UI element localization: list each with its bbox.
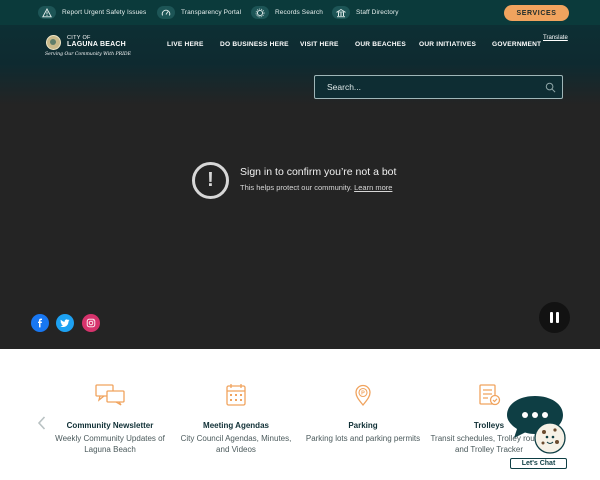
quick-link-description: Weekly Community Updates of Laguna Beach [55, 434, 165, 454]
instagram-icon [86, 318, 96, 328]
gear-search-icon [251, 6, 269, 19]
report-safety-link[interactable]: Report Urgent Safety Issues [38, 5, 146, 20]
translate-link[interactable]: Translate [543, 35, 568, 41]
city-logo[interactable]: CITY OF LAGUNA BEACH Serving Our Communi… [44, 33, 134, 61]
nav-our-initiatives[interactable]: OUR INITIATIVES [419, 41, 476, 48]
warning-icon [38, 6, 56, 19]
nav-do-business-here[interactable]: DO BUSINESS HERE [220, 41, 289, 48]
search-box[interactable]: Search... [314, 75, 563, 99]
notice-subtitle: This helps protect our community. Learn … [240, 183, 392, 192]
parking-pin-icon: P [355, 384, 371, 407]
logo-tagline: Serving Our Community With PRIDE [45, 52, 131, 57]
staff-directory-link[interactable]: Staff Directory [332, 5, 399, 20]
chat-bubbles-icon [95, 384, 125, 406]
services-button[interactable]: SERVICES [504, 5, 569, 21]
quick-link-title: Meeting Agendas [203, 421, 269, 430]
instagram-button[interactable] [82, 314, 100, 332]
nav-live-here[interactable]: LIVE HERE [167, 41, 204, 48]
calendar-icon [226, 384, 246, 406]
schedule-icon [479, 384, 501, 406]
nav-visit-here[interactable]: VISIT HERE [300, 41, 339, 48]
records-search-link[interactable]: Records Search [251, 5, 323, 20]
learn-more-link[interactable]: Learn more [354, 183, 392, 192]
quick-link-description: City Council Agendas, Minutes, and Video… [180, 434, 292, 454]
twitter-icon [60, 319, 70, 327]
cookie-mascot-icon[interactable] [530, 420, 570, 456]
pause-icon [550, 312, 553, 323]
facebook-button[interactable] [31, 314, 49, 332]
nav-government[interactable]: GOVERNMENT [492, 41, 541, 48]
lets-chat-button[interactable]: Let's Chat [510, 458, 567, 469]
gauge-icon [157, 6, 175, 19]
facebook-icon [38, 318, 42, 328]
chevron-left-icon[interactable] [36, 415, 48, 431]
quick-link-title: Parking [348, 421, 378, 430]
twitter-button[interactable] [56, 314, 74, 332]
alert-circle-icon: ! [192, 162, 229, 199]
quick-link-description: Parking lots and parking permits [305, 434, 421, 443]
quick-link-card[interactable]: P Parking Parking lots and parking permi… [303, 383, 423, 444]
notice-title: Sign in to confirm you’re not a bot [240, 166, 397, 178]
svg-text:P: P [361, 391, 365, 397]
search-icon[interactable] [545, 82, 556, 93]
notice-subtitle-text: This helps protect our community. [240, 183, 352, 192]
main-nav: CITY OF LAGUNA BEACH Serving Our Communi… [0, 25, 600, 65]
pause-button[interactable] [539, 302, 570, 333]
quick-link-card[interactable]: Meeting Agendas City Council Agendas, Mi… [176, 383, 296, 455]
city-seal-icon [46, 35, 61, 50]
building-icon [332, 6, 350, 19]
quick-link-title: Community Newsletter [66, 421, 154, 430]
utility-bar: Report Urgent Safety Issues Transparency… [0, 0, 600, 25]
logo-name-text: LAGUNA BEACH [67, 41, 126, 48]
nav-our-beaches[interactable]: OUR BEACHES [355, 41, 406, 48]
hero-video: Search... ! Sign in to confirm you’re no… [0, 65, 600, 349]
search-input[interactable]: Search... [327, 82, 361, 92]
quick-link-card[interactable]: Community Newsletter Weekly Community Up… [50, 383, 170, 455]
pause-icon-bar [556, 312, 559, 323]
transparency-portal-link[interactable]: Transparency Portal [157, 5, 241, 20]
